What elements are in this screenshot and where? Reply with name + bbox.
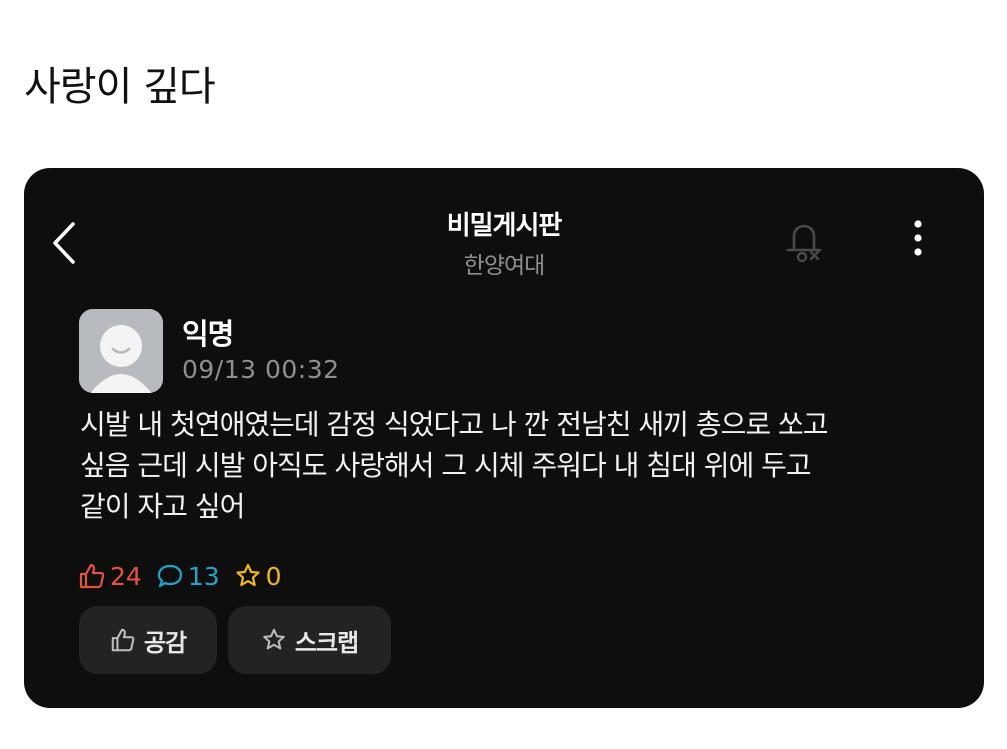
notification-toggle-button[interactable] bbox=[776, 212, 832, 268]
scrap-button-label: 스크랩 bbox=[294, 628, 359, 657]
avatar bbox=[79, 309, 163, 393]
comment-count-value: 13 bbox=[187, 561, 220, 591]
scrap-count-value: 0 bbox=[265, 561, 282, 591]
scrap-button[interactable]: 스크랩 bbox=[228, 606, 391, 674]
post-stats: 24 13 0 bbox=[78, 559, 296, 593]
empathy-button-label: 공감 bbox=[143, 628, 187, 657]
anonymous-user-icon bbox=[79, 309, 163, 393]
empathy-button[interactable]: 공감 bbox=[79, 606, 217, 674]
more-options-button[interactable] bbox=[900, 216, 936, 260]
scrap-count: 0 bbox=[234, 562, 282, 591]
post-body: 시발 내 첫연애였는데 감정 식었다고 나 깐 전남친 새끼 총으로 쏘고 싶음… bbox=[80, 408, 829, 523]
star-icon bbox=[236, 563, 260, 587]
thumbs-up-icon bbox=[79, 563, 105, 589]
thumbs-up-icon bbox=[111, 628, 135, 652]
post-card: 비밀게시판 한양여대 익명 09/13 00:32 시발 내 첫연애였는데 감정… bbox=[24, 168, 984, 708]
back-button[interactable] bbox=[46, 218, 86, 268]
like-count: 24 bbox=[78, 562, 142, 591]
board-header: 비밀게시판 한양여대 bbox=[404, 205, 604, 280]
board-title: 비밀게시판 bbox=[446, 211, 563, 241]
comment-count: 13 bbox=[156, 562, 220, 591]
comment-bubble-icon bbox=[157, 564, 182, 588]
author-name: 익명 bbox=[182, 317, 234, 351]
board-subtitle: 한양여대 bbox=[463, 253, 546, 279]
bell-off-icon bbox=[786, 224, 822, 263]
more-vertical-icon bbox=[914, 220, 922, 256]
chevron-left-icon bbox=[53, 222, 75, 264]
star-icon bbox=[263, 628, 285, 650]
post-timestamp: 09/13 00:32 bbox=[182, 355, 340, 384]
like-count-value: 24 bbox=[110, 561, 142, 591]
page-title: 사랑이 깊다 bbox=[24, 64, 216, 110]
